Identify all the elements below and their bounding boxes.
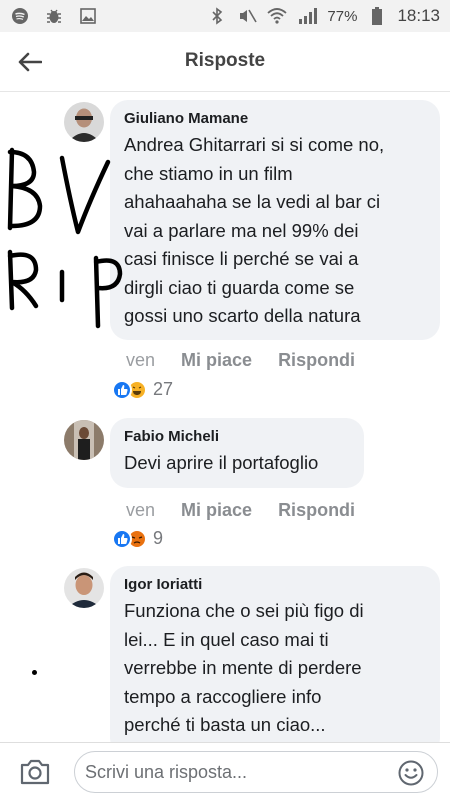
clock: 18:13 — [397, 6, 440, 25]
header: Risposte — [0, 32, 450, 92]
smiley-icon — [398, 760, 424, 786]
bluetooth-icon — [207, 6, 227, 26]
camera-button[interactable] — [18, 757, 52, 787]
author-name[interactable]: Igor Ioriatti — [124, 576, 426, 593]
comment-line: vai a parlare ma nel 99% dei — [124, 219, 359, 241]
reply-composer — [0, 742, 450, 800]
comment-time[interactable]: ven — [126, 350, 155, 371]
page-title: Risposte — [184, 50, 266, 71]
battery-icon — [367, 6, 387, 26]
comment-actions: ven Mi piace Rispondi — [126, 500, 355, 521]
reply-input-wrapper — [74, 751, 438, 793]
comment-line: tempo a raccogliere info — [124, 685, 322, 707]
like-button[interactable]: Mi piace — [181, 500, 252, 521]
gallery-icon — [78, 6, 98, 26]
comment-line: casi finisce li perché se vai a — [124, 248, 359, 269]
comment-line: Funziona che o sei più figo di — [124, 600, 364, 621]
comment-actions: ven Mi piace Rispondi — [126, 350, 355, 371]
comment-line: lei... E in quel caso mai ti — [124, 628, 329, 650]
like-button[interactable]: Mi piace — [181, 350, 252, 371]
reaction-summary[interactable]: 27 — [112, 379, 173, 400]
reply-button[interactable]: Rispondi — [278, 500, 355, 521]
avatar[interactable] — [64, 568, 104, 608]
reaction-count: 9 — [153, 528, 164, 548]
comment-bubble: Fabio Micheli Devi aprire il portafoglio — [110, 418, 364, 488]
bug-icon — [44, 6, 64, 26]
avatar[interactable] — [64, 102, 104, 142]
stray-dot — [32, 670, 37, 675]
handwritten-scribble — [7, 147, 123, 329]
reaction-summary[interactable]: 9 — [112, 528, 163, 549]
comment-line: ahahaahaha se la vedi al bar ci — [124, 191, 381, 212]
battery-percent: 77% — [327, 7, 358, 25]
comment-line: Andrea Ghitarrari si si come no, — [124, 134, 385, 155]
comment-line: che stiamo in un film — [124, 162, 293, 184]
reply-button[interactable]: Rispondi — [278, 350, 355, 371]
signal-icon — [297, 6, 318, 26]
comment-line: gossi uno scarto della natura — [124, 305, 361, 326]
comment-line: verrebbe in mente di perdere — [124, 657, 362, 678]
author-name[interactable]: Fabio Micheli — [124, 428, 350, 445]
wifi-icon — [267, 6, 288, 26]
reaction-count: 27 — [153, 379, 174, 399]
comment-line: dirgli ciao ti guarda come se — [124, 276, 355, 298]
comment-line: perché ti basta un ciao... — [124, 714, 326, 735]
comment-fabio: Fabio Micheli Devi aprire il portafoglio… — [0, 414, 450, 558]
like-reaction-icon — [112, 379, 132, 400]
spotify-icon — [10, 6, 30, 26]
status-bar: 77% 18:13 — [0, 0, 450, 32]
comment-time[interactable]: ven — [126, 500, 155, 521]
mute-icon — [237, 6, 258, 26]
reply-input[interactable] — [85, 752, 385, 792]
comment-igor: Igor Ioriatti Funziona che o sei più fig… — [0, 562, 450, 756]
camera-icon — [20, 759, 50, 785]
emoji-button[interactable] — [397, 759, 425, 787]
like-reaction-icon — [112, 528, 132, 549]
avatar[interactable] — [64, 420, 104, 460]
comment-bubble: Igor Ioriatti Funziona che o sei più fig… — [110, 566, 440, 756]
comment-line: Devi aprire il portafoglio — [124, 452, 319, 473]
comment-bubble: Giuliano Mamane Andrea Ghitarrari si si … — [110, 100, 440, 340]
author-name[interactable]: Giuliano Mamane — [124, 110, 426, 127]
